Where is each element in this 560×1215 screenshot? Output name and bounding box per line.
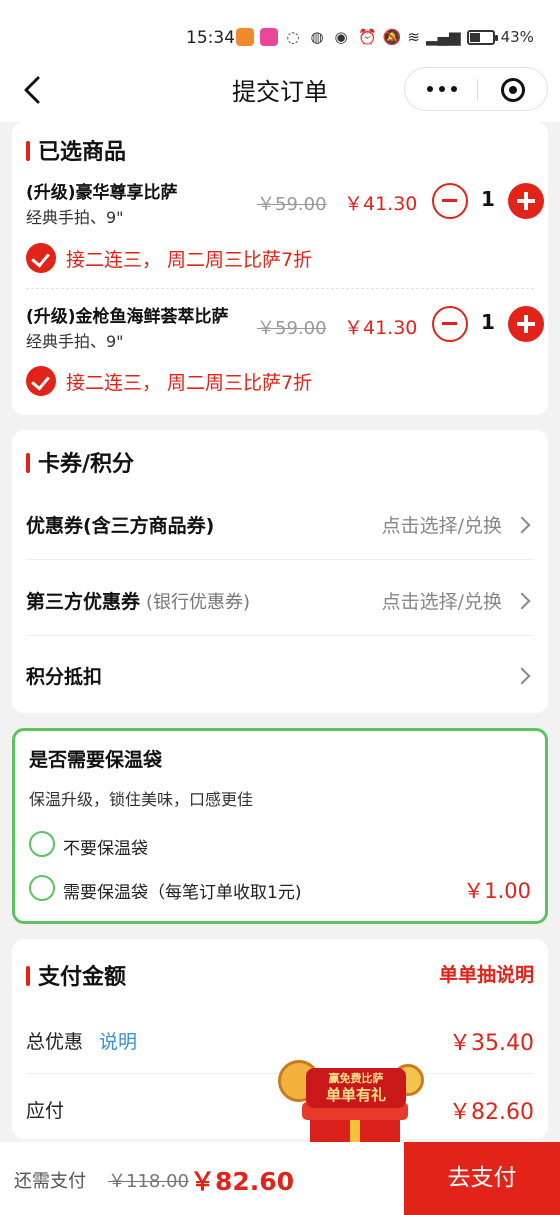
- selected-items-card: 已选商品 (升级)豪华尊享比萨 经典手拍、9" ￥59.00 ￥41.30 1 …: [12, 122, 548, 415]
- item-name: (升级)金枪鱼海鲜荟萃比萨: [26, 307, 229, 327]
- promo-text: 接二连三， 周二周三比萨7折: [66, 249, 313, 271]
- go-pay-button[interactable]: 去支付: [404, 1142, 560, 1215]
- payable-total: ￥82.60: [190, 1167, 295, 1196]
- wifi-icon: ≋: [407, 28, 420, 46]
- shield-icon: ◍: [310, 28, 324, 46]
- section-title-coupons: 卡券/积分: [26, 446, 134, 478]
- decrease-quantity-button[interactable]: [432, 306, 468, 342]
- chat-icon: ◌: [286, 28, 300, 46]
- increase-quantity-button[interactable]: [508, 306, 544, 342]
- decrease-quantity-button[interactable]: [432, 183, 468, 219]
- promo-text: 接二连三， 周二周三比萨7折: [66, 372, 313, 394]
- gift-banner-line1: 赢免费比萨: [328, 1072, 384, 1085]
- coupon-row-action[interactable]: 点击选择/兑换: [382, 587, 502, 614]
- amount-remaining-label: 还需支付: [14, 1171, 86, 1192]
- thermal-bag-price: ￥1.00: [463, 879, 531, 903]
- checkout-bar: 还需支付 ￥118.00 ￥82.60 去支付: [0, 1142, 560, 1215]
- nav-bar: 提交订单: [0, 58, 560, 122]
- section-title-text: 卡券/积分: [38, 452, 135, 477]
- status-app-icons: ◌ ◍ ◉: [236, 28, 350, 46]
- mini-program-capsule: [404, 67, 548, 111]
- notification-app-icon: [236, 28, 254, 46]
- coupons-card: 卡券/积分 优惠券(含三方商品券) 点击选择/兑换 第三方优惠券 (银行优惠券) …: [12, 430, 548, 713]
- capsule-divider: [477, 79, 478, 101]
- radio-label[interactable]: 需要保温袋（每笔订单收取1元): [63, 878, 301, 903]
- original-total: ￥118.00: [108, 1171, 189, 1192]
- item-divider: [26, 288, 534, 289]
- coupon-row-label: 积分抵扣: [26, 662, 102, 689]
- item-price: ￥41.30: [344, 317, 418, 339]
- location-icon: ◉: [334, 28, 348, 46]
- chevron-right-icon: [513, 516, 531, 534]
- status-system-icons: ⏰ 🔕 ≋ ▂▄▆ 43%: [358, 28, 534, 46]
- coupon-row-label-text: 第三方优惠券: [26, 591, 141, 613]
- radio-no-bag[interactable]: [29, 831, 55, 857]
- section-title-selected-items: 已选商品: [26, 134, 126, 166]
- signal-icon: ▂▄▆: [425, 28, 461, 46]
- promo-check-icon[interactable]: [26, 243, 56, 273]
- coupon-row-label-text: 积分抵扣: [26, 666, 103, 688]
- row-divider: [26, 559, 534, 560]
- battery-percent: 43%: [500, 28, 534, 46]
- thermal-bag-desc: 保温升级，锁住美味，口感更佳: [29, 790, 254, 809]
- more-options-icon[interactable]: [427, 86, 457, 94]
- thermal-bag-title: 是否需要保温袋: [29, 749, 163, 771]
- item-quantity: 1: [481, 310, 495, 334]
- total-discount-value: ￥35.40: [449, 1031, 534, 1056]
- coupon-row-label-text: 优惠券(含三方商品券): [26, 515, 215, 537]
- item-spec: 经典手拍、9": [26, 332, 124, 351]
- coupon-row-sublabel: (银行优惠券): [146, 592, 251, 613]
- close-mini-program-icon[interactable]: [501, 78, 525, 102]
- item-quantity: 1: [481, 187, 495, 211]
- radio-need-bag[interactable]: [29, 875, 55, 901]
- item-spec: 经典手拍、9": [26, 208, 124, 227]
- row-divider: [26, 635, 534, 636]
- lottery-explanation-link[interactable]: 单单抽说明: [439, 960, 534, 987]
- thermal-bag-card: 是否需要保温袋 保温升级，锁住美味，口感更佳 不要保温袋 需要保温袋（每笔订单收…: [12, 728, 548, 924]
- gift-banner-line2: 单单有礼: [325, 1086, 386, 1104]
- item-original-price: ￥59.00: [257, 194, 327, 215]
- chevron-right-icon: [513, 667, 531, 685]
- notification-app-icon: [260, 28, 278, 46]
- discount-explain-link[interactable]: 说明: [99, 1031, 137, 1053]
- coupon-row-label: 第三方优惠券 (银行优惠券): [26, 587, 250, 614]
- status-time: 15:34: [186, 28, 235, 48]
- battery-icon: [466, 29, 498, 45]
- amount-due-label: 应付: [26, 1100, 65, 1122]
- alarm-icon: ⏰: [358, 28, 377, 46]
- section-title-payment: 支付金额: [26, 959, 126, 991]
- total-discount-text: 总优惠: [26, 1031, 84, 1053]
- amount-due-value: ￥82.60: [449, 1100, 534, 1125]
- item-price: ￥41.30: [344, 193, 418, 215]
- radio-label[interactable]: 不要保温袋: [63, 834, 148, 859]
- total-discount-label: 总优惠 说明: [26, 1027, 137, 1054]
- coupon-row-action[interactable]: 点击选择/兑换: [382, 511, 502, 538]
- item-original-price: ￥59.00: [257, 318, 327, 339]
- section-title-text: 支付金额: [38, 965, 127, 990]
- chevron-right-icon: [513, 592, 531, 610]
- gift-banner: 赢免费比萨 单单有礼: [306, 1068, 406, 1108]
- promo-check-icon[interactable]: [26, 366, 56, 396]
- coupon-row-label: 优惠券(含三方商品券): [26, 511, 214, 538]
- increase-quantity-button[interactable]: [508, 183, 544, 219]
- section-title-text: 已选商品: [38, 140, 127, 165]
- mute-icon: 🔕: [382, 28, 402, 46]
- item-name: (升级)豪华尊享比萨: [26, 183, 178, 203]
